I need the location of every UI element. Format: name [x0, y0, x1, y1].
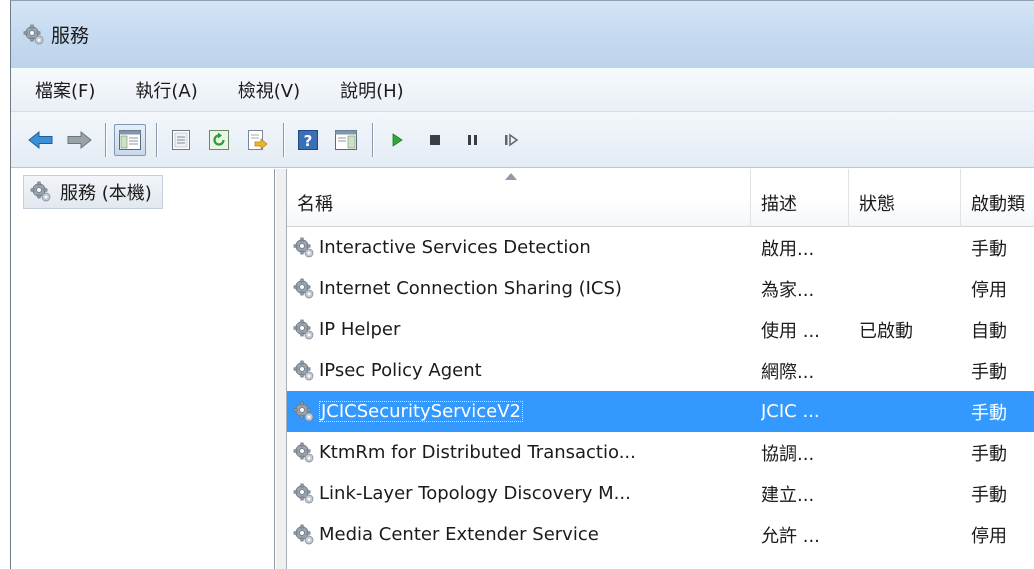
column-header-row: 名稱 描述 狀態 啟動類 [287, 169, 1034, 227]
column-header-startup-type[interactable]: 啟動類 [961, 169, 1034, 227]
service-row-selected[interactable]: JCICSecurityServiceV2 JCIC ... 手動 [287, 391, 1034, 432]
export-list-icon [248, 129, 268, 150]
service-gear-icon [293, 278, 315, 300]
service-gear-icon [293, 319, 315, 341]
service-status: 已啟動 [859, 320, 913, 342]
column-header-status[interactable]: 狀態 [849, 169, 961, 227]
window-title: 服務 [51, 25, 90, 47]
service-description: 為家... [761, 279, 815, 301]
service-startup-type: 停用 [971, 525, 1007, 547]
start-service-button[interactable] [381, 124, 413, 156]
services-list[interactable]: 名稱 描述 狀態 啟動類 Interactive Services Detect… [286, 169, 1034, 569]
service-startup-type: 停用 [971, 279, 1007, 301]
toolbar-separator [372, 122, 373, 157]
service-status [859, 473, 955, 514]
service-description: 使用 ... [761, 320, 820, 342]
service-startup-type: 手動 [971, 402, 1007, 424]
service-description: 網際... [761, 361, 815, 383]
service-gear-icon [293, 524, 315, 546]
service-status [859, 350, 955, 391]
service-name: IP Helper [319, 319, 401, 340]
menu-bar: 檔案(F) 執行(A) 檢視(V) 說明(H) [11, 68, 1034, 112]
menu-view[interactable]: 檢視(V) [234, 75, 304, 105]
service-row[interactable]: KtmRm for Distributed Transactio... 協調..… [287, 432, 1034, 473]
forward-button[interactable] [63, 124, 95, 156]
tree-item-services-local[interactable]: 服務 (本機) [23, 175, 163, 209]
service-status [859, 391, 955, 432]
menu-file[interactable]: 檔案(F) [31, 75, 99, 105]
svg-text:?: ? [304, 132, 313, 150]
service-name: Link-Layer Topology Discovery M... [319, 483, 631, 504]
toolbar: ? [11, 112, 1034, 168]
service-name: Media Center Extender Service [319, 524, 599, 545]
show-hide-console-tree-button[interactable] [114, 123, 146, 156]
help-icon: ? [298, 129, 318, 150]
properties-icon [172, 129, 190, 150]
properties-button[interactable] [165, 124, 197, 156]
service-startup-type: 手動 [971, 484, 1007, 506]
service-startup-type: 自動 [971, 320, 1007, 342]
service-rows: Interactive Services Detection 啟用... 手動 … [287, 227, 1034, 555]
pause-service-button[interactable] [457, 124, 489, 156]
service-name: KtmRm for Distributed Transactio... [319, 442, 636, 463]
column-header-name[interactable]: 名稱 [287, 169, 751, 227]
help-button[interactable]: ? [292, 124, 324, 156]
service-status [859, 268, 955, 309]
back-arrow-icon [28, 130, 53, 149]
service-description: 允許 ... [761, 525, 820, 547]
toolbar-separator [105, 122, 106, 157]
show-action-pane-button[interactable] [330, 124, 362, 156]
start-service-icon [392, 132, 403, 147]
service-description: 建立... [761, 484, 815, 506]
resume-service-icon [505, 133, 519, 146]
service-status [859, 514, 955, 555]
service-row[interactable]: IP Helper 使用 ... 已啟動 自動 [287, 309, 1034, 350]
services-gear-icon [23, 24, 45, 46]
console-tree-pane: 服務 (本機) [11, 169, 275, 569]
refresh-icon [209, 129, 229, 150]
service-status [859, 227, 955, 268]
service-gear-icon [293, 237, 315, 259]
service-name: JCICSecurityServiceV2 [319, 401, 523, 422]
service-row[interactable]: Link-Layer Topology Discovery M... 建立...… [287, 473, 1034, 514]
services-list-pane: 名稱 描述 狀態 啟動類 Interactive Services Detect… [276, 169, 1034, 569]
resume-service-button[interactable] [495, 124, 527, 156]
toolbar-separator [283, 122, 284, 157]
service-gear-icon [293, 483, 315, 505]
tree-item-label: 服務 (本機) [60, 183, 152, 204]
service-row[interactable]: Internet Connection Sharing (ICS) 為家... … [287, 268, 1034, 309]
services-window: 服務 檔案(F) 執行(A) 檢視(V) 說明(H) ? 服務 (本機) 名稱 … [10, 0, 1034, 569]
service-status [859, 432, 955, 473]
toolbar-separator [156, 122, 157, 157]
forward-arrow-icon [67, 130, 92, 149]
export-list-button[interactable] [241, 124, 273, 156]
service-startup-type: 手動 [971, 361, 1007, 383]
column-header-description[interactable]: 描述 [751, 169, 849, 227]
service-gear-icon [293, 442, 315, 464]
services-gear-icon [30, 181, 52, 203]
service-row[interactable]: IPsec Policy Agent 網際... 手動 [287, 350, 1034, 391]
service-row[interactable]: Interactive Services Detection 啟用... 手動 [287, 227, 1034, 268]
menu-action[interactable]: 執行(A) [131, 75, 201, 105]
service-gear-icon [293, 360, 315, 382]
service-name: IPsec Policy Agent [319, 360, 482, 381]
service-description: JCIC ... [761, 401, 820, 422]
service-startup-type: 手動 [971, 443, 1007, 465]
stop-service-button[interactable] [419, 124, 451, 156]
stop-service-icon [430, 134, 440, 145]
service-startup-type: 手動 [971, 238, 1007, 260]
service-gear-icon [293, 401, 315, 423]
back-button[interactable] [25, 124, 57, 156]
show-action-pane-icon [335, 129, 357, 150]
title-bar[interactable]: 服務 [11, 1, 1034, 68]
pause-service-icon [468, 134, 477, 145]
show-hide-console-tree-icon [119, 129, 141, 150]
service-row[interactable]: Media Center Extender Service 允許 ... 停用 [287, 514, 1034, 555]
service-name: Interactive Services Detection [319, 237, 591, 258]
menu-help[interactable]: 說明(H) [336, 75, 408, 105]
service-description: 協調... [761, 443, 815, 465]
refresh-button[interactable] [203, 124, 235, 156]
service-name: Internet Connection Sharing (ICS) [319, 278, 622, 299]
service-description: 啟用... [761, 238, 815, 260]
